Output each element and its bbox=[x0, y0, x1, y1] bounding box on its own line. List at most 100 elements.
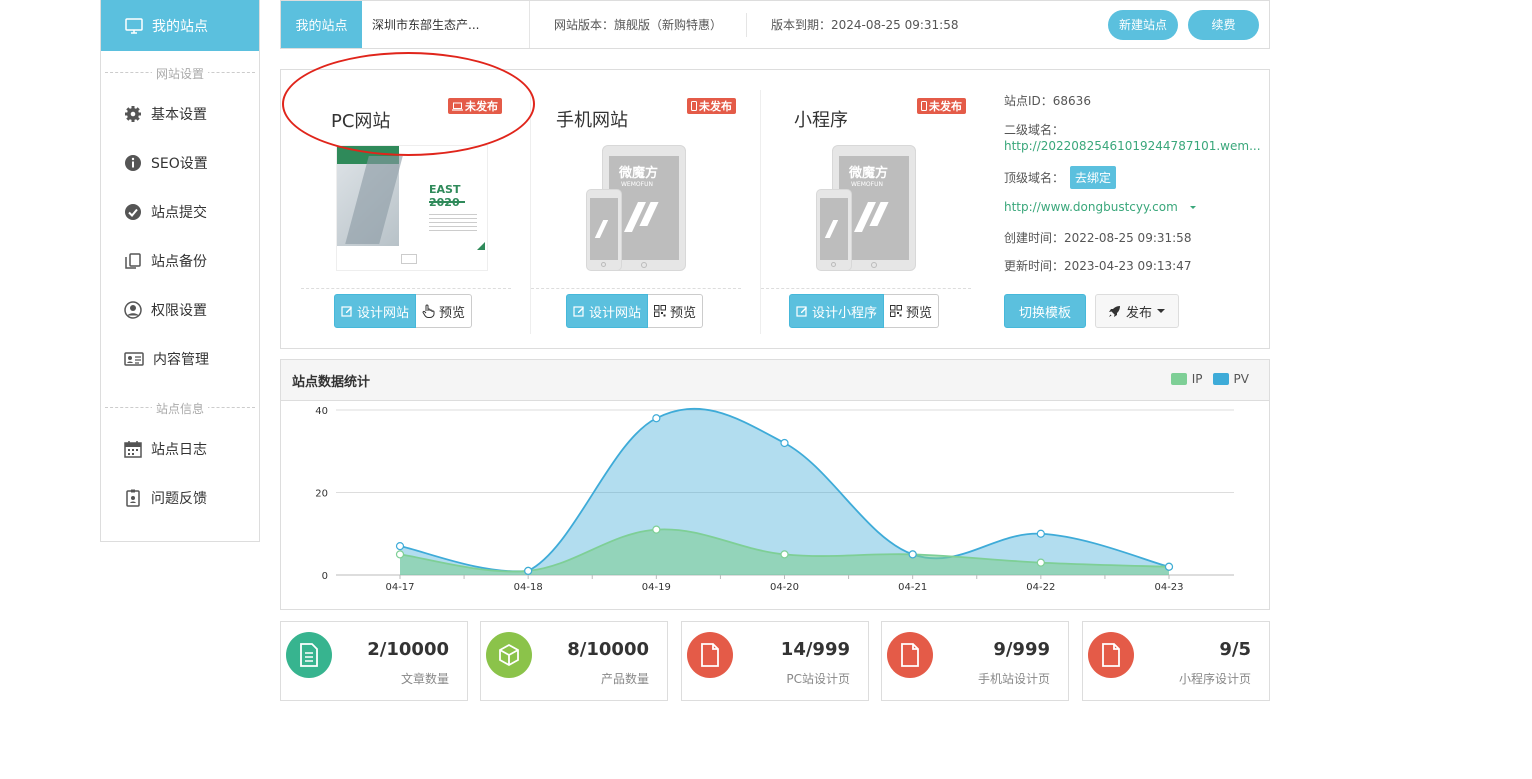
box-icon bbox=[486, 632, 532, 678]
chart-title: 站点数据统计 bbox=[292, 374, 371, 390]
created-time: 创建时间：2022-08-25 09:31:58 bbox=[1004, 231, 1192, 245]
caret-down-icon bbox=[1157, 309, 1165, 313]
sidebar-item-submit[interactable]: 站点提交 bbox=[101, 187, 259, 236]
stat-card: 8/10000 产品数量 bbox=[480, 621, 668, 701]
data-point-pv bbox=[395, 542, 405, 551]
sidebar-item-backup[interactable]: 站点备份 bbox=[101, 236, 259, 285]
stat-label: 小程序设计页 bbox=[1178, 672, 1251, 686]
check-circle-icon bbox=[125, 203, 141, 220]
brand-subtitle: WEMOFUN bbox=[851, 181, 883, 188]
legend-swatch bbox=[1212, 373, 1229, 385]
preview-mobile-site-button[interactable]: 预览 bbox=[648, 294, 704, 328]
data-point-pv bbox=[1036, 529, 1045, 538]
x-tick-label: 04-22 bbox=[1026, 582, 1055, 593]
data-point-ip bbox=[395, 550, 405, 559]
phone-icon bbox=[921, 101, 927, 111]
section-divider-site-settings: 网站设置 bbox=[101, 65, 259, 81]
unpublished-badge: 未发布 bbox=[687, 98, 736, 114]
stat-card: 9/999 手机站设计页 bbox=[881, 621, 1069, 701]
section-divider-site-info: 站点信息 bbox=[101, 400, 259, 416]
caret-down-icon bbox=[1189, 206, 1196, 209]
sidebar-item-seo[interactable]: SEO设置 bbox=[101, 138, 259, 187]
x-tick-label: 04-20 bbox=[770, 582, 799, 593]
design-mini-program-button[interactable]: 设计小程序 bbox=[789, 294, 885, 328]
preview-pc-site-button[interactable]: 预览 bbox=[416, 294, 473, 328]
domain-dropdown[interactable]: http://www.dongbustcyy.com bbox=[1004, 200, 1198, 214]
area-chart: 0 20 40 04-17 04-18 04-19 04-20 04-21 04-22 04-23 bbox=[315, 406, 1234, 593]
new-site-button[interactable]: 新建站点 bbox=[1108, 9, 1178, 40]
sub-domain-link[interactable]: http://20220825461019244787101.wem... bbox=[1004, 139, 1261, 153]
sidebar-item-label: 权限设置 bbox=[151, 302, 207, 319]
pc-site-thumbnail: EAST 2020 bbox=[336, 145, 488, 271]
brand-subtitle: WEMOFUN bbox=[621, 181, 653, 188]
file-icon bbox=[687, 632, 733, 678]
monitor-icon bbox=[125, 17, 143, 34]
site-expiry: 版本到期：2024-08-25 09:31:58 bbox=[771, 18, 959, 32]
sub-domain-label: 二级域名： bbox=[1004, 123, 1065, 137]
data-point-ip bbox=[1036, 558, 1045, 567]
file-icon bbox=[887, 632, 933, 678]
sidebar-item-logs[interactable]: 站点日志 bbox=[101, 424, 259, 473]
edit-icon bbox=[573, 306, 584, 317]
card-title: 小程序 bbox=[794, 110, 848, 131]
x-tick-label: 04-17 bbox=[385, 582, 414, 593]
user-circle-icon bbox=[124, 300, 142, 319]
stat-value: 14/999 bbox=[780, 639, 850, 660]
switch-template-button[interactable]: 切换模板 bbox=[1004, 294, 1086, 328]
legend-label: IP bbox=[1191, 372, 1203, 386]
stat-label: 产品数量 bbox=[600, 672, 649, 686]
site-name: 深圳市东部生态产... bbox=[362, 1, 530, 48]
edit-icon bbox=[796, 306, 807, 317]
sidebar-item-label: 站点日志 bbox=[151, 441, 207, 458]
sidebar-item-basic-settings[interactable]: 基本设置 bbox=[101, 89, 259, 138]
stats-chart-panel: 站点数据统计 IP PV 0 20 40 04-17 04-18 04-19 04-20 04… bbox=[280, 359, 1270, 610]
site-version: 网站版本：旗舰版（新购特惠） bbox=[530, 12, 748, 37]
stat-value: 2/10000 bbox=[367, 639, 449, 660]
data-point-pv bbox=[780, 438, 789, 448]
design-mobile-site-button[interactable]: 设计网站 bbox=[566, 294, 649, 328]
phone-icon bbox=[691, 101, 697, 111]
x-tick-label: 04-23 bbox=[1154, 582, 1183, 593]
mobile-site-card: 手机网站 未发布 微魔方 WEMOFUN 设计网站 预览 bbox=[531, 90, 761, 334]
stat-value: 8/10000 bbox=[567, 639, 649, 660]
id-card-icon bbox=[124, 351, 144, 366]
publish-dropdown-button[interactable]: 发布 bbox=[1095, 294, 1179, 328]
brand-title: 微魔方 bbox=[849, 166, 889, 181]
top-domain-label: 顶级域名： bbox=[1004, 171, 1065, 185]
stat-label: 文章数量 bbox=[400, 672, 449, 686]
sidebar-item-content[interactable]: 内容管理 bbox=[101, 334, 259, 383]
gear-icon bbox=[125, 105, 141, 122]
sidebar-item-my-site[interactable]: 我的站点 bbox=[101, 0, 259, 51]
copy-icon bbox=[125, 252, 141, 269]
legend-item-ip[interactable]: IP bbox=[1170, 372, 1203, 386]
y-tick-label: 40 bbox=[315, 406, 328, 417]
bind-domain-button[interactable]: 去绑定 bbox=[1070, 166, 1117, 189]
pointer-hand-icon bbox=[422, 304, 435, 318]
tab-my-site[interactable]: 我的站点 bbox=[281, 1, 362, 48]
preview-mini-program-button[interactable]: 预览 bbox=[884, 294, 940, 328]
info-icon bbox=[125, 154, 141, 171]
design-pc-site-button[interactable]: 设计网站 bbox=[334, 294, 417, 328]
unpublished-badge: 未发布 bbox=[917, 98, 966, 114]
highlight-annotation-circle bbox=[282, 52, 535, 156]
x-tick-label: 04-18 bbox=[514, 582, 543, 593]
brand-title: 微魔方 bbox=[619, 166, 659, 181]
stat-card: 9/5 小程序设计页 bbox=[1082, 621, 1270, 701]
file-icon bbox=[1088, 632, 1134, 678]
legend-swatch bbox=[1170, 373, 1187, 385]
sidebar-item-label: 内容管理 bbox=[153, 351, 209, 368]
sidebar-item-permissions[interactable]: 权限设置 bbox=[101, 285, 259, 334]
sidebar-item-label: 站点提交 bbox=[151, 204, 207, 221]
sidebar-item-feedback[interactable]: 问题反馈 bbox=[101, 473, 259, 522]
legend-label: PV bbox=[1233, 372, 1249, 386]
mini-program-device-mockup: 微魔方 WEMOFUN bbox=[816, 145, 916, 271]
sidebar-item-label: 基本设置 bbox=[151, 106, 207, 123]
series-area-pv bbox=[400, 408, 1169, 575]
domain-link[interactable]: http://www.dongbustcyy.com bbox=[1004, 200, 1178, 214]
document-icon bbox=[286, 632, 332, 678]
stat-value: 9/5 bbox=[1219, 639, 1251, 660]
data-point-pv bbox=[1164, 562, 1174, 571]
data-point-pv bbox=[652, 414, 661, 423]
legend-item-pv[interactable]: PV bbox=[1212, 372, 1249, 386]
renew-button[interactable]: 续费 bbox=[1188, 9, 1259, 40]
